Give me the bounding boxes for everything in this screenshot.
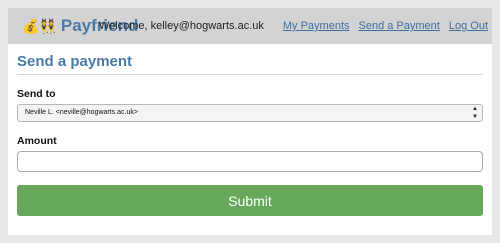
- page-container: 💰👯 Payfriend Welcome, kelley@hogwarts.ac…: [8, 8, 492, 235]
- heading-divider: [17, 74, 483, 75]
- send-to-select[interactable]: Neville L. <neville@hogwarts.ac.uk> ▲ ▼: [17, 104, 483, 122]
- navbar: 💰👯 Payfriend Welcome, kelley@hogwarts.ac…: [8, 8, 492, 44]
- nav-right: Welcome, kelley@hogwarts.ac.uk My Paymen…: [99, 18, 488, 34]
- amount-input[interactable]: [17, 151, 483, 172]
- money-bag-icon: 💰👯: [22, 18, 57, 34]
- nav-link-send-payment[interactable]: Send a Payment: [359, 20, 440, 32]
- welcome-text: Welcome, kelley@hogwarts.ac.uk: [98, 20, 264, 32]
- send-to-label: Send to: [17, 88, 56, 100]
- nav-link-my-payments[interactable]: My Payments: [283, 20, 350, 32]
- nav-link-log-out[interactable]: Log Out: [449, 20, 488, 32]
- page-title: Send a payment: [17, 53, 133, 70]
- submit-button[interactable]: Submit: [17, 185, 483, 216]
- send-to-selected-value: Neville L. <neville@hogwarts.ac.uk>: [25, 109, 138, 116]
- select-arrows-icon: ▲ ▼: [472, 106, 478, 120]
- amount-label: Amount: [17, 135, 57, 147]
